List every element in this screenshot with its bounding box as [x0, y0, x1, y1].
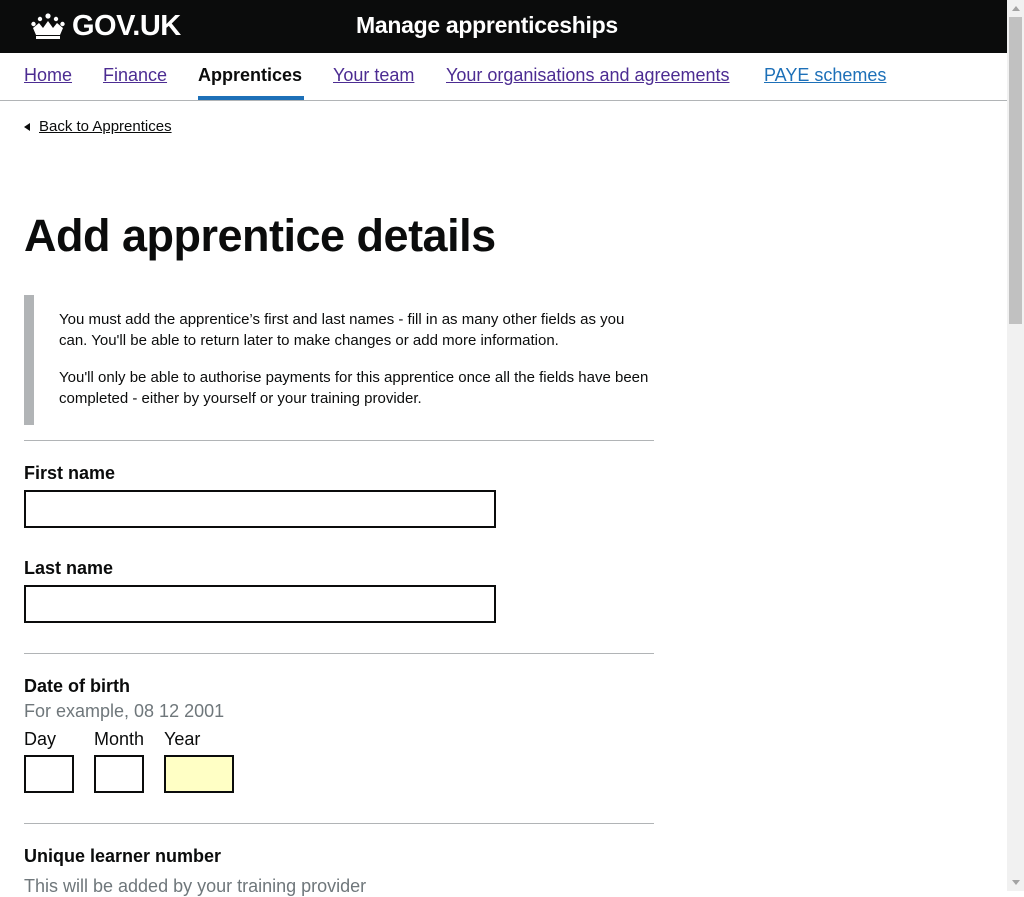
dob-day-label: Day	[24, 729, 57, 749]
inset-paragraph-1: You must add the apprentice’s first and …	[59, 311, 625, 349]
first-name-input[interactable]	[24, 490, 496, 528]
nav-item-your-team[interactable]: Your team	[333, 65, 414, 86]
section-divider	[24, 653, 654, 654]
dob-label: Date of birth	[24, 676, 130, 696]
dob-year-label: Year	[164, 729, 201, 749]
nav-item-organisations[interactable]: Your organisations and agreements	[446, 65, 730, 86]
nav-item-home[interactable]: Home	[24, 65, 72, 86]
dob-year-input[interactable]	[164, 755, 234, 793]
inset-text: You must add the apprentice’s first and …	[24, 295, 649, 425]
inset-paragraph-2: You'll only be able to authorise payment…	[59, 369, 649, 407]
last-name-label: Last name	[24, 558, 114, 578]
logo-text: GOV.UK	[72, 9, 181, 42]
scroll-down-arrow-icon[interactable]	[1012, 880, 1020, 885]
dob-month-label: Month	[94, 729, 145, 749]
back-link-label: Back to Apprentices	[39, 118, 172, 135]
main-nav: Home Finance Apprentices Your team Your …	[0, 53, 1007, 101]
page-title: Add apprentice details	[24, 210, 496, 261]
back-link[interactable]: Back to Apprentices	[24, 118, 172, 135]
nav-item-paye-schemes[interactable]: PAYE schemes	[764, 65, 886, 86]
vertical-scrollbar[interactable]	[1007, 0, 1024, 891]
dob-day-input[interactable]	[24, 755, 74, 793]
scrollbar-thumb[interactable]	[1009, 17, 1022, 324]
crown-icon	[31, 13, 65, 39]
uln-label: Unique learner number	[24, 846, 222, 866]
nav-item-apprentices[interactable]: Apprentices	[198, 65, 302, 86]
uln-hint: This will be added by your training prov…	[24, 876, 367, 896]
section-divider	[24, 440, 654, 441]
nav-active-indicator	[198, 96, 304, 100]
govuk-logo-link[interactable]: GOV.UK	[30, 10, 181, 42]
dob-hint: For example, 08 12 2001	[24, 701, 225, 721]
dob-month-input[interactable]	[94, 755, 144, 793]
site-header: GOV.UK Manage apprenticeships	[0, 0, 1007, 53]
service-name[interactable]: Manage apprenticeships	[356, 12, 618, 39]
scroll-up-arrow-icon[interactable]	[1012, 6, 1020, 11]
first-name-label: First name	[24, 463, 116, 483]
back-arrow-icon	[24, 122, 30, 131]
section-divider	[24, 823, 654, 824]
last-name-input[interactable]	[24, 585, 496, 623]
nav-item-finance[interactable]: Finance	[103, 65, 167, 86]
